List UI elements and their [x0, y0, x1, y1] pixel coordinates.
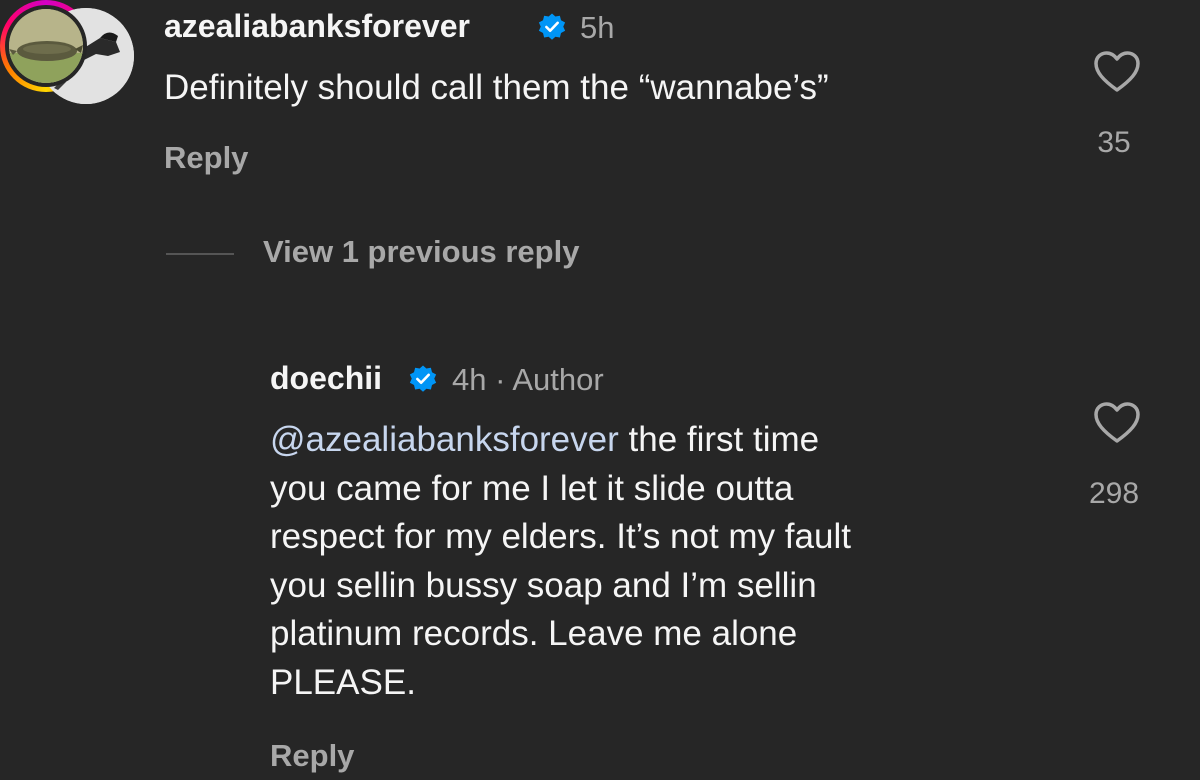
- comment-text-line: PLEASE.: [270, 662, 416, 702]
- like-count: 298: [1088, 477, 1140, 510]
- view-previous-replies-button[interactable]: View 1 previous reply: [263, 234, 579, 270]
- reply-button[interactable]: Reply: [270, 738, 354, 774]
- like-count: 35: [1097, 126, 1131, 159]
- reply-button[interactable]: Reply: [164, 140, 248, 176]
- mention-link[interactable]: @azealiabanksforever: [270, 420, 619, 459]
- comment-text: Definitely should call them the “wannabe…: [164, 68, 829, 107]
- comment-timestamp: 4h: [452, 362, 487, 397]
- like-heart-icon[interactable]: [1093, 50, 1141, 94]
- comment-meta: 4h · Author: [452, 362, 604, 398]
- alligator-photo: [9, 9, 83, 83]
- comment-username[interactable]: doechii: [270, 360, 382, 397]
- comment-text-line: you came for me I let it slide outta: [270, 468, 794, 508]
- thread-divider: [166, 253, 234, 255]
- comment-text-line: the first time: [618, 420, 820, 459]
- comment-text: @azealiabanksforever the first time you …: [270, 416, 1050, 707]
- comment-timestamp: 5h: [580, 10, 615, 45]
- verified-badge-icon: [409, 365, 437, 392]
- like-heart-icon[interactable]: [1093, 401, 1141, 445]
- comment-text-line: respect for my elders. It’s not my fault: [270, 517, 851, 556]
- author-badge: Author: [512, 362, 604, 397]
- comment-text-line: you sellin bussy soap and I’m sellin: [270, 565, 817, 605]
- meta-separator: ·: [495, 362, 506, 397]
- avatar-doechii[interactable]: [9, 9, 83, 83]
- comment-username[interactable]: azealiabanksforever: [164, 8, 470, 45]
- comment-text-line: platinum records. Leave me alone: [270, 614, 798, 653]
- verified-badge-icon: [538, 13, 566, 40]
